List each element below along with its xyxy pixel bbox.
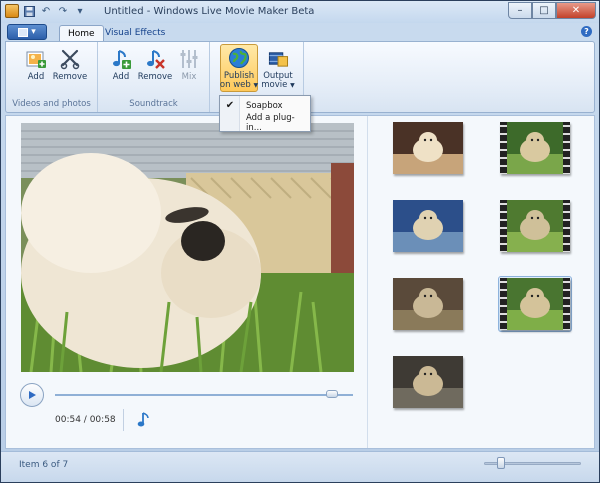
chevron-down-icon: ▾ [31,27,36,37]
output-movie-button[interactable]: Output movie ▼ [259,46,297,90]
seek-bar-thumb[interactable] [326,390,339,398]
publish-on-web-button[interactable]: Publish on web ▼ [220,44,258,92]
clip-thumbnail [393,122,463,174]
video-preview[interactable] [21,123,354,372]
remove-soundtrack-button[interactable]: Remove [137,46,173,90]
group-label-videos-and-photos: Videos and photos [12,99,91,109]
mix-button[interactable]: Mix [171,46,207,90]
document-icon [18,27,29,37]
group-soundtrack: Add Remove Mix Soundtrack [98,42,210,112]
menu-item-add-plugin[interactable]: Add a plug-in... [220,112,310,133]
add-soundtrack-button[interactable]: Add [103,46,139,90]
time-current: 00:54 [55,415,81,425]
menu-item-soapbox[interactable]: ✔ Soapbox [220,97,310,114]
application-menu-button[interactable]: ▾ [7,24,47,40]
workspace: 00:54 / 00:58 [5,115,595,449]
group-label-soundtrack: Soundtrack [129,99,178,109]
menu-item-label: Add a plug-in... [246,112,295,133]
storyboard [369,116,594,448]
chevron-down-icon: ▼ [290,82,295,89]
save-icon[interactable] [22,4,36,18]
add-soundtrack-label: Add [112,72,130,82]
tab-visual-effects[interactable]: Visual Effects [97,25,173,41]
remove-music-icon [147,50,165,69]
add-videos-photos-label: Add [27,72,45,82]
storyboard-photo-clip[interactable] [391,354,465,410]
zoom-slider-thumb[interactable] [497,457,506,469]
add-music-icon [113,50,131,69]
publish-dropdown-menu: ✔ Soapbox Add a plug-in... [219,95,311,133]
storyboard-video-clip[interactable] [498,198,572,254]
globe-icon [229,48,249,68]
maximize-button[interactable]: □ [532,2,556,19]
storyboard-photo-clip[interactable] [391,198,465,254]
ribbon-tab-bar: ▾ Home Visual Effects ? [1,23,599,41]
publish-label-line2: on web [219,80,251,90]
window-title: Untitled - Windows Live Movie Maker Beta [104,6,315,17]
storyboard-video-clip[interactable] [498,276,572,332]
add-videos-photos-button[interactable]: Add [18,46,54,90]
remove-scissors-icon [60,49,80,70]
movie-maker-app-icon[interactable] [5,4,19,18]
time-readout: 00:54 / 00:58 [55,415,116,425]
status-text: Item 6 of 7 [19,460,69,470]
publish-on-web-label: Publish on web ▼ [220,72,258,90]
quick-access-toolbar: ↶ ↷ ▾ [5,4,87,18]
time-total: 00:58 [89,415,116,425]
check-icon: ✔ [225,100,235,111]
undo-icon[interactable]: ↶ [39,4,53,18]
output-movie-label: Output movie ▼ [261,72,294,90]
storyboard-video-clip[interactable] [498,120,572,176]
mix-sliders-icon [180,50,198,68]
clip-thumbnail [500,122,570,174]
preview-pane: 00:54 / 00:58 [6,116,368,448]
time-separator: / [80,415,90,425]
redo-icon[interactable]: ↷ [56,4,70,18]
status-bar: Item 6 of 7 [1,451,599,482]
clip-thumbnail [393,278,463,330]
mix-label: Mix [181,72,197,82]
seek-bar-track[interactable] [55,394,353,396]
add-photo-icon [26,51,46,68]
chevron-down-icon: ▼ [253,82,259,89]
remove-videos-photos-label: Remove [52,72,88,82]
group-videos-and-photos: Add Remove Videos and photos [6,42,98,112]
close-button[interactable]: ✕ [556,2,596,19]
app-window: ↶ ↷ ▾ Untitled - Windows Live Movie Make… [0,0,600,483]
qat-customize-icon[interactable]: ▾ [73,4,87,18]
minimize-button[interactable]: – [508,2,532,19]
help-icon[interactable]: ? [581,26,592,37]
play-icon [29,391,36,399]
video-frame-image [21,123,354,372]
storyboard-photo-clip[interactable] [391,120,465,176]
divider [123,409,124,431]
remove-soundtrack-label: Remove [137,72,173,82]
play-button[interactable] [20,383,44,407]
clip-thumbnail [500,278,570,330]
clip-thumbnail [500,200,570,252]
clip-thumbnail [393,356,463,408]
title-bar: ↶ ↷ ▾ Untitled - Windows Live Movie Make… [1,1,599,23]
clip-thumbnail [393,200,463,252]
music-note-icon[interactable] [137,412,151,428]
storyboard-photo-clip[interactable] [391,276,465,332]
output-film-icon [268,52,289,67]
window-controls: – □ ✕ [508,2,596,19]
menu-item-label: Soapbox [246,100,283,111]
remove-videos-photos-button[interactable]: Remove [52,46,88,90]
output-label-line2: movie [261,80,288,90]
